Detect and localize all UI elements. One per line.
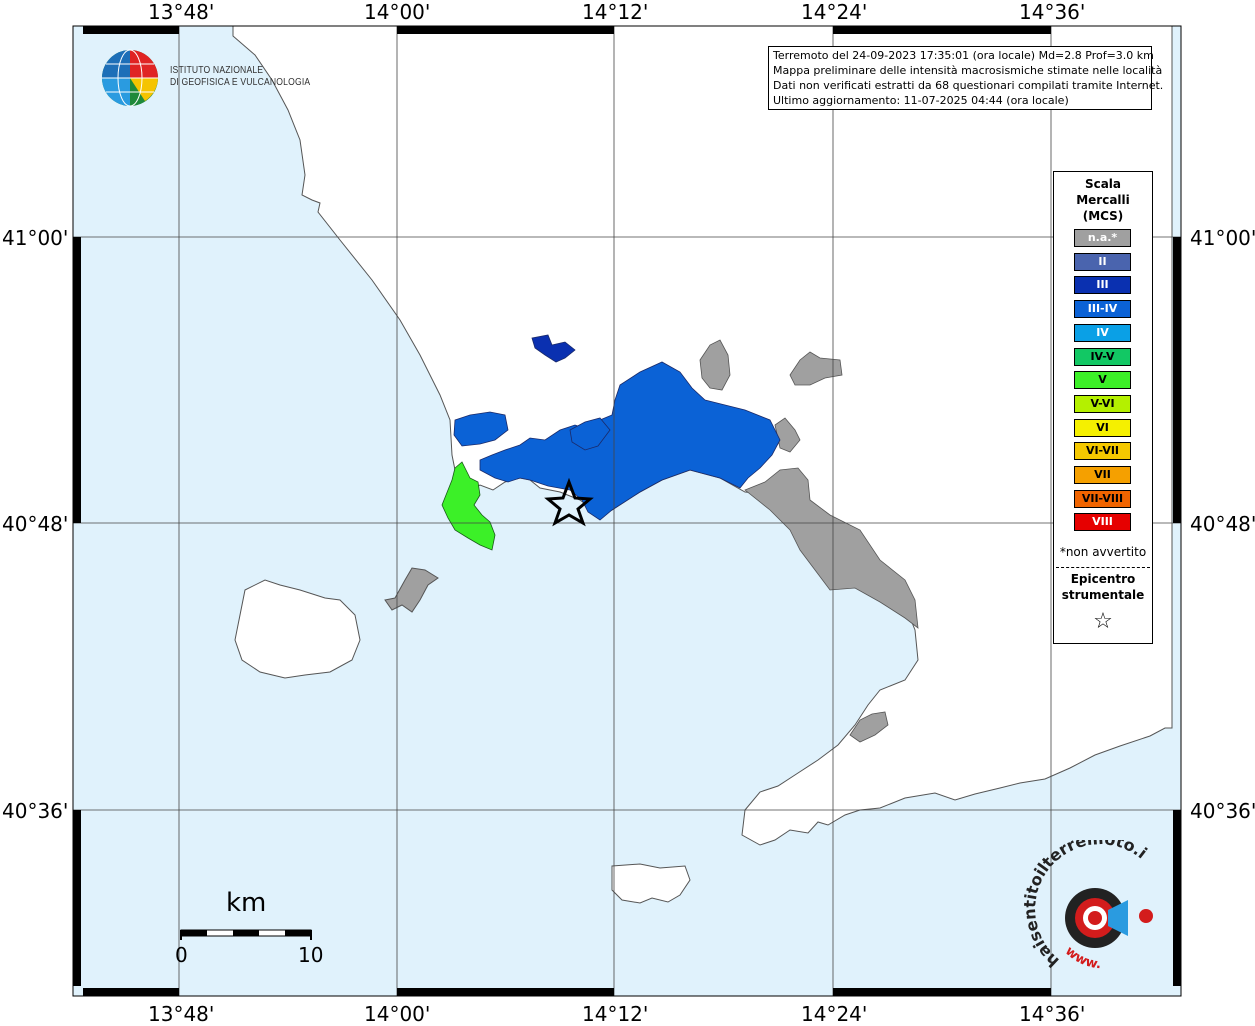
event-info-line: Ultimo aggiornamento: 11-07-2025 04:44 (… [773,94,1069,107]
legend-title: Scala Mercalli (MCS) [1054,176,1152,224]
legend-title-line: Mercalli [1076,193,1130,207]
ingv-logo-icon [102,49,158,107]
left-tick-label: 40°48' [2,512,69,536]
right-tick-label: 40°36' [1190,799,1255,823]
legend-swatch: II [1074,252,1131,271]
left-tick-label: 40°36' [2,799,69,823]
institute-line-1: ISTITUTO NAZIONALE [170,64,264,76]
left-tick-label: 41°00' [2,226,69,250]
legend-swatch: VII [1074,466,1131,484]
legend-swatch: VI [1074,418,1131,437]
bottom-tick-label: 13°48' [148,1002,215,1026]
bottom-tick-label: 14°00' [364,1002,431,1026]
legend-swatch: VI-VII [1074,442,1131,461]
legend-swatch: III-IV [1074,300,1131,319]
legend-note: *non avvertito [1059,545,1147,559]
bottom-tick-label: 14°36' [1019,1002,1086,1026]
legend-title-line: Scala [1084,177,1122,191]
event-info-box: Terremoto del 24-09-2023 17:35:01 (ora l… [768,46,1164,110]
legend-swatch: n.a.* [1074,229,1131,247]
top-tick-label: 13°48' [148,0,215,24]
legend-separator [1056,567,1150,568]
top-tick-label: 14°36' [1019,0,1086,24]
bottom-tick-label: 14°24' [801,1002,868,1026]
legend-swatch: III [1074,276,1131,295]
legend-swatch: V [1074,371,1131,390]
bottom-tick-label: 14°12' [582,1002,649,1026]
badge-text: haisentitoilterremoto.it www. [1020,840,1151,973]
scale-end: 10 [298,943,324,967]
institute-name: ISTITUTO NAZIONALE DI GEOFISICA E VULCAN… [170,64,310,88]
legend-title-line: (MCS) [1082,209,1124,223]
right-tick-label: 41°00' [1190,226,1255,250]
legend-star-icon: ☆ [1093,609,1113,634]
institute-line-2: DI GEOFISICA E VULCANOLOGIA [170,76,311,88]
intensity-legend: Scala Mercalli (MCS) n.a.* II III III-IV IV I… [1053,171,1153,644]
scale-start: 0 [175,943,188,967]
event-info-line: Mappa preliminare delle intensità macros… [773,64,1163,77]
legend-swatch: IV-V [1074,347,1131,366]
legend-swatch: VII-VIII [1074,489,1131,508]
top-tick-label: 14°24' [801,0,868,24]
badge-www-text: www. [1062,944,1102,973]
legend-epicenter-line: strumentale [1061,588,1145,602]
legend-epicenter-line: Epicentro [1070,572,1136,586]
scale-unit: km [226,888,267,918]
event-info-line: Terremoto del 24-09-2023 17:35:01 (ora l… [773,49,1154,62]
badge-site-text: haisentitoilterremoto.it [1020,840,1151,971]
legend-swatch: IV [1074,323,1131,342]
top-tick-label: 14°00' [364,0,431,24]
right-tick-label: 40°48' [1190,512,1255,536]
legend-swatch: V-VI [1074,394,1131,413]
top-tick-label: 14°12' [582,0,649,24]
event-info-line: Dati non verificati estratti da 68 quest… [773,79,1164,92]
legend-epicenter-label: Epicentro strumentale [1054,571,1152,603]
legend-swatch: VIII [1074,513,1131,532]
